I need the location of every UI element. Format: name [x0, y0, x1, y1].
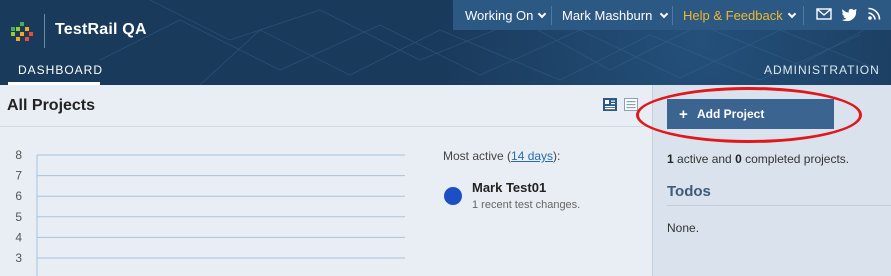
title-divider — [0, 126, 652, 127]
completed-count: 0 — [735, 152, 742, 166]
chart-y-tick-label: 7 — [15, 169, 22, 183]
user-menu[interactable]: Mark Mashburn — [562, 8, 669, 23]
most-active-label: Most active (14 days): — [443, 149, 560, 163]
sidebar: + Add Project 1 active and 0 completed pr… — [652, 85, 891, 276]
todos-heading: Todos — [667, 183, 711, 200]
most-active-suffix: ): — [553, 149, 561, 163]
project-changes: 1 recent test changes. — [472, 199, 581, 211]
brand-name[interactable]: TestRail QA — [55, 21, 147, 39]
twitter-icon[interactable] — [841, 7, 857, 21]
divider — [551, 6, 552, 25]
header-bar: TestRail QA Working On Mark Mashburn Hel… — [0, 0, 891, 85]
testrail-logo[interactable] — [11, 22, 33, 41]
project-name-link[interactable]: Mark Test01 — [472, 180, 546, 195]
add-project-label: Add Project — [697, 107, 765, 121]
user-name: Mark Mashburn — [562, 8, 653, 23]
tab-dashboard[interactable]: DASHBOARD — [18, 63, 103, 77]
working-on-label: Working On — [465, 8, 534, 23]
divider — [803, 6, 804, 25]
help-feedback-label: Help & Feedback — [683, 8, 783, 23]
activity-chart: 8 7 6 5 4 3 — [15, 148, 405, 276]
working-on-menu[interactable]: Working On — [465, 8, 547, 23]
divider — [672, 6, 673, 25]
compact-view-icon[interactable] — [603, 98, 617, 111]
chart-y-tick-label: 4 — [15, 230, 22, 244]
tab-administration[interactable]: ADMINISTRATION — [764, 63, 880, 77]
most-active-prefix: Most active ( — [443, 149, 512, 163]
projects-summary: 1 active and 0 completed projects. — [667, 152, 849, 166]
mail-icon[interactable] — [816, 7, 832, 21]
completed-text: completed projects. — [741, 152, 850, 166]
chart-y-tick-label: 3 — [15, 251, 22, 265]
page-title: All Projects — [7, 97, 96, 114]
plus-icon: + — [679, 106, 688, 123]
logo-divider — [44, 14, 45, 48]
main-content: All Projects 8 7 6 5 4 3 Most active (14 days… — [0, 85, 652, 276]
chart-y-tick-label: 5 — [15, 210, 22, 224]
add-project-button[interactable]: + Add Project — [667, 99, 834, 129]
rss-icon[interactable] — [867, 7, 883, 21]
project-color-dot — [444, 187, 462, 205]
chart-y-tick-label: 6 — [15, 189, 22, 203]
chevron-down-icon — [660, 9, 669, 19]
chevron-down-icon — [787, 9, 796, 19]
chevron-down-icon — [538, 9, 547, 19]
todos-empty-text: None. — [667, 221, 700, 235]
chart-y-tick-label: 8 — [15, 148, 22, 162]
active-count: 1 — [667, 152, 674, 166]
most-active-days-link[interactable]: 14 days — [511, 149, 553, 163]
list-view-icon[interactable] — [624, 98, 638, 111]
active-text: active and — [673, 152, 736, 166]
help-feedback-menu[interactable]: Help & Feedback — [683, 8, 796, 23]
todos-divider — [667, 205, 891, 206]
top-menu-bar: Working On Mark Mashburn Help & Feedback — [453, 0, 891, 30]
